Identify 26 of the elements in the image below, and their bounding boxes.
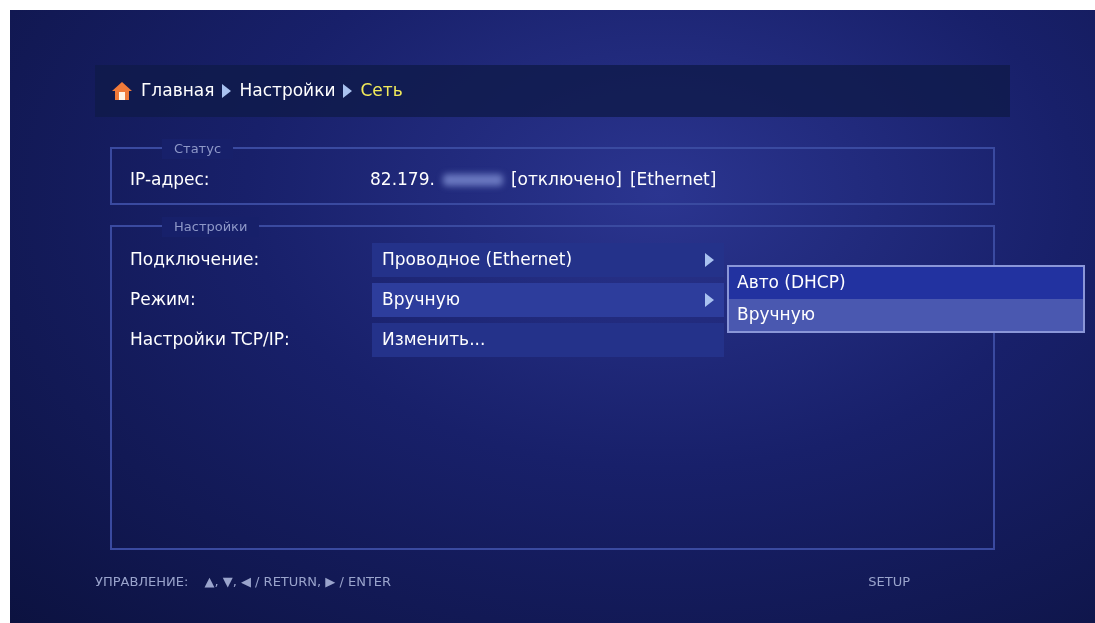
submenu-arrow-icon [705, 293, 714, 307]
setting-label: Настройки TCP/IP: [130, 328, 291, 352]
controls-label: УПРАВЛЕНИЕ: [95, 573, 189, 591]
ip-label: IP-адрес: [130, 168, 211, 192]
breadcrumb-item[interactable]: Настройки [239, 78, 336, 104]
popup-option[interactable]: Вручную [729, 299, 1083, 331]
redacted-blur [442, 174, 503, 186]
group-legend: Настройки [162, 217, 260, 237]
group-legend: Статус [162, 139, 234, 159]
controls-hints: ▲, ▼, ◀ / RETURN, ▶ / ENTER [204, 573, 392, 591]
mode-label: SETUP [868, 573, 910, 591]
connection-state: [отключено] [510, 168, 622, 192]
separator-icon [222, 84, 232, 98]
setting-label: Подключение: [130, 248, 261, 272]
setting-label: Режим: [130, 288, 197, 312]
setting-value[interactable]: Изменить... [372, 323, 724, 357]
ip-address: 82.179. [370, 168, 435, 192]
separator-icon [343, 84, 353, 98]
breadcrumb-item[interactable]: Сеть [360, 78, 403, 104]
breadcrumb-item[interactable]: Главная [141, 78, 215, 104]
setting-value[interactable]: Проводное (Ethernet) [372, 243, 724, 277]
submenu-arrow-icon [705, 253, 714, 267]
popup-option[interactable]: Авто (DHCP) [729, 267, 1083, 299]
interface-type: [Ethernet] [629, 168, 717, 192]
setting-value[interactable]: Вручную [372, 283, 724, 317]
home-icon [111, 80, 133, 102]
